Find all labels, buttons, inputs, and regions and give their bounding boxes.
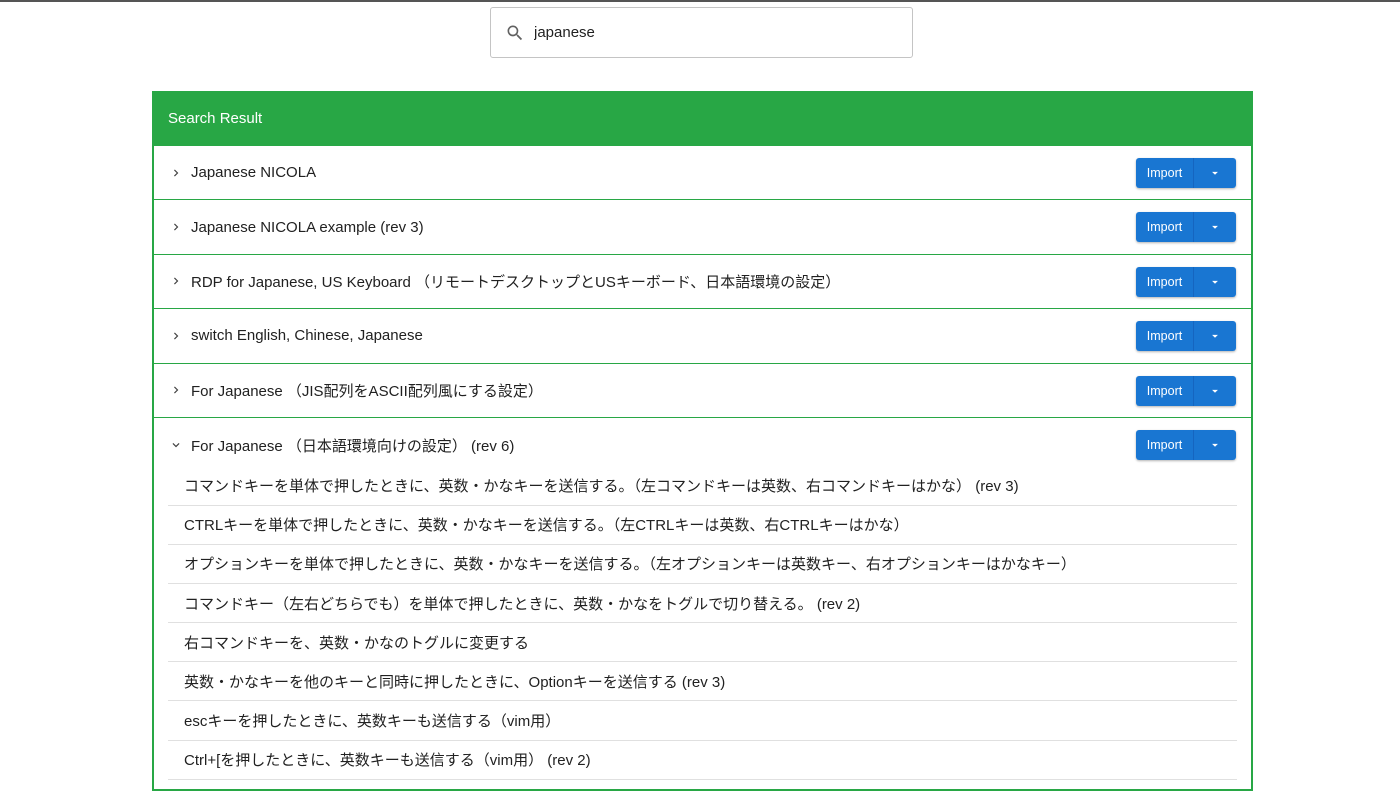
rule-item[interactable]: escキーを押したときに、英数キーも送信する（vim用） (168, 701, 1237, 741)
chevron-right-icon[interactable] (169, 383, 183, 397)
import-dropdown-button[interactable] (1194, 321, 1236, 352)
chevron-right-icon[interactable] (169, 274, 183, 288)
chevron-right-icon[interactable] (169, 329, 183, 343)
caret-down-icon (1212, 226, 1218, 230)
caret-down-icon (1212, 280, 1218, 284)
result-row-expanded[interactable]: For Japanese （日本語環境向けの設定） (rev 6) Import (154, 418, 1251, 472)
search-input[interactable] (534, 24, 894, 41)
import-button[interactable]: Import (1136, 321, 1194, 352)
panel-header: Search Result (152, 91, 1253, 146)
import-button[interactable]: Import (1136, 375, 1194, 406)
result-title[interactable]: For Japanese （日本語環境向けの設定） (rev 6) (191, 435, 514, 456)
import-button-group: Import (1136, 266, 1236, 297)
caret-down-icon (1212, 335, 1218, 338)
result-row[interactable]: switch English, Chinese, Japanese Import (154, 309, 1251, 364)
import-dropdown-button[interactable] (1194, 266, 1236, 297)
result-list: Japanese NICOLA Import Japanese NICOLA e… (154, 146, 1251, 780)
rule-item[interactable]: コマンドキー（左右どちらでも）を単体で押したときに、英数・かなをトグルで切り替え… (168, 584, 1237, 624)
import-dropdown-button[interactable] (1194, 429, 1236, 460)
rule-list: コマンドキーを単体で押したときに、英数・かなキーを送信する。（左コマンドキーは英… (154, 466, 1251, 780)
rule-item[interactable]: 右コマンドキーを、英数・かなのトグルに変更する (168, 623, 1237, 663)
top-border (0, 0, 1400, 2)
chevron-right-icon[interactable] (169, 166, 183, 180)
result-row[interactable]: Japanese NICOLA Import (154, 146, 1251, 201)
caret-down-icon (1212, 443, 1218, 447)
import-button[interactable]: Import (1136, 212, 1194, 243)
chevron-right-icon[interactable] (169, 220, 183, 234)
result-title[interactable]: Japanese NICOLA (191, 164, 316, 181)
result-row[interactable]: For Japanese （JIS配列をASCII配列風にする設定） Impor… (154, 364, 1251, 418)
import-button-group: Import (1136, 158, 1236, 188)
import-button[interactable]: Import (1136, 429, 1194, 460)
result-title[interactable]: switch English, Chinese, Japanese (191, 327, 423, 344)
result-title[interactable]: Japanese NICOLA example (rev 3) (191, 219, 424, 236)
import-dropdown-button[interactable] (1194, 212, 1236, 243)
rule-item[interactable]: Ctrl+[を押したときに、英数キーも送信する（vim用） (rev 2) (168, 741, 1237, 780)
chevron-down-icon[interactable] (169, 438, 183, 452)
import-button-group: Import (1136, 375, 1236, 406)
import-button[interactable]: Import (1136, 266, 1194, 297)
caret-down-icon (1212, 171, 1218, 175)
result-row[interactable]: RDP for Japanese, US Keyboard （リモートデスクトッ… (154, 255, 1251, 310)
import-button-group: Import (1136, 321, 1236, 352)
import-button[interactable]: Import (1136, 158, 1194, 188)
import-dropdown-button[interactable] (1194, 375, 1236, 406)
rule-item[interactable]: 英数・かなキーを他のキーと同時に押したときに、Optionキーを送信する (re… (168, 662, 1237, 702)
import-button-group: Import (1136, 429, 1236, 460)
rule-item[interactable]: オプションキーを単体で押したときに、英数・かなキーを送信する。（左オプションキー… (168, 545, 1237, 584)
result-title[interactable]: RDP for Japanese, US Keyboard （リモートデスクトッ… (191, 271, 840, 292)
result-row[interactable]: Japanese NICOLA example (rev 3) Import (154, 200, 1251, 255)
panel-title: Search Result (168, 110, 263, 127)
search-icon (505, 23, 525, 43)
caret-down-icon (1212, 389, 1218, 393)
rule-item[interactable]: CTRLキーを単体で押したときに、英数・かなキーを送信する。（左CTRLキーは英… (168, 506, 1237, 545)
import-dropdown-button[interactable] (1194, 158, 1236, 188)
result-title[interactable]: For Japanese （JIS配列をASCII配列風にする設定） (191, 380, 543, 401)
import-button-group: Import (1136, 212, 1236, 243)
search-box[interactable] (490, 7, 913, 58)
